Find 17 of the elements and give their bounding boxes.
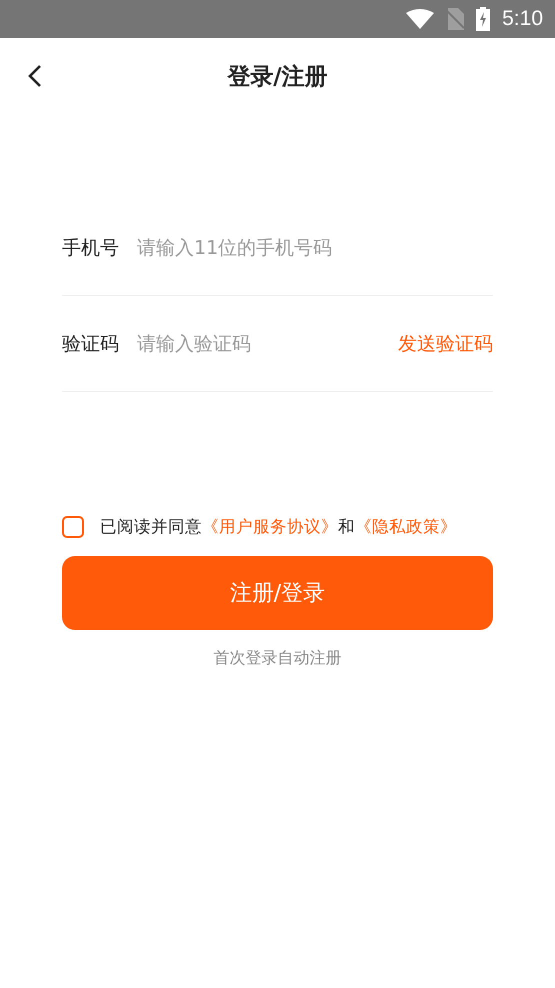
battery-charging-icon [476,7,490,31]
back-icon [28,64,42,88]
page-title: 登录/注册 [227,62,328,92]
agreement-checkbox[interactable] [62,516,84,538]
auto-register-hint: 首次登录自动注册 [214,648,342,667]
agreement-text: 已阅读并同意《用户服务协议》和《隐私政策》 [100,516,457,538]
input-field[interactable]: 请输入验证码 [137,332,398,354]
send-code-button[interactable]: 发送验证码 [398,330,493,356]
terms-link[interactable]: 《用户服务协议》 [202,517,338,536]
register-login-button[interactable]: 注册/登录 [62,556,493,630]
clock: 5:10 [502,7,543,31]
input-field[interactable]: 请输入11位的手机号码 [137,236,493,258]
field-label: 验证码 [62,332,120,356]
wifi-icon [406,9,434,29]
privacy-link[interactable]: 《隐私政策》 [355,517,457,536]
no-sim-icon [446,8,464,30]
field-label: 手机号 [62,236,120,260]
